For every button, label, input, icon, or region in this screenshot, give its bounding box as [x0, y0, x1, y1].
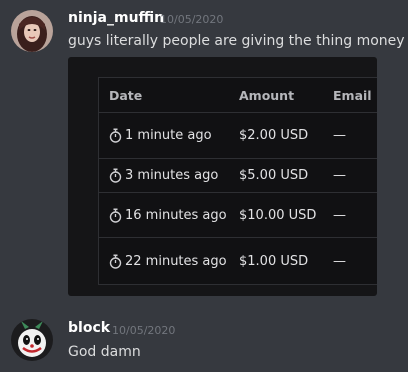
table-row: 16 minutes ago $10.00 USD —: [99, 193, 377, 238]
stopwatch-icon: [109, 128, 122, 143]
avatar[interactable]: [11, 319, 53, 361]
stopwatch-icon: [109, 168, 122, 183]
user-avatar-photo-icon: [11, 10, 53, 52]
timestamp: 10/05/2020: [112, 324, 176, 337]
date-cell: 16 minutes ago: [109, 193, 227, 237]
embed-image[interactable]: Date Amount Email 1 minute ago $2.00 USD…: [68, 57, 377, 296]
username[interactable]: ninja_muffin: [68, 10, 164, 26]
timestamp: 10/05/2020: [160, 13, 224, 26]
column-header-email: Email: [333, 87, 372, 103]
table-row: 1 minute ago $2.00 USD —: [99, 113, 377, 159]
amount-cell: $10.00 USD: [239, 207, 317, 223]
date-cell: 22 minutes ago: [109, 238, 227, 284]
table-header-row: Date Amount Email: [99, 78, 377, 113]
amount-cell: $2.00 USD: [239, 128, 309, 143]
amount-cell: $1.00 USD: [239, 253, 309, 269]
date-text: 1 minute ago: [125, 128, 212, 143]
message-block: block 10/05/2020 God damn: [0, 300, 408, 372]
avatar[interactable]: [11, 10, 53, 52]
table-row: 22 minutes ago $1.00 USD —: [99, 238, 377, 284]
amount-cell: $5.00 USD: [239, 168, 309, 183]
email-cell: —: [333, 207, 346, 223]
date-cell: 1 minute ago: [109, 113, 212, 158]
date-text: 16 minutes ago: [125, 207, 227, 223]
email-cell: —: [333, 128, 346, 143]
message-text: guys literally people are giving the thi…: [68, 33, 405, 49]
table-row: 3 minutes ago $5.00 USD —: [99, 159, 377, 193]
stopwatch-icon: [109, 254, 122, 269]
email-cell: —: [333, 253, 346, 269]
message-text: God damn: [68, 344, 141, 360]
column-header-date: Date: [109, 87, 143, 103]
message-ninja-muffin: ninja_muffin 10/05/2020 guys literally p…: [0, 0, 408, 300]
date-text: 3 minutes ago: [125, 168, 219, 183]
email-cell: —: [333, 168, 346, 183]
stopwatch-icon: [109, 208, 122, 223]
clown-avatar-icon: [11, 319, 53, 361]
date-text: 22 minutes ago: [125, 253, 227, 269]
username[interactable]: block: [68, 320, 110, 336]
column-header-amount: Amount: [239, 87, 295, 103]
date-cell: 3 minutes ago: [109, 159, 218, 192]
payments-table: Date Amount Email 1 minute ago $2.00 USD…: [98, 77, 377, 285]
